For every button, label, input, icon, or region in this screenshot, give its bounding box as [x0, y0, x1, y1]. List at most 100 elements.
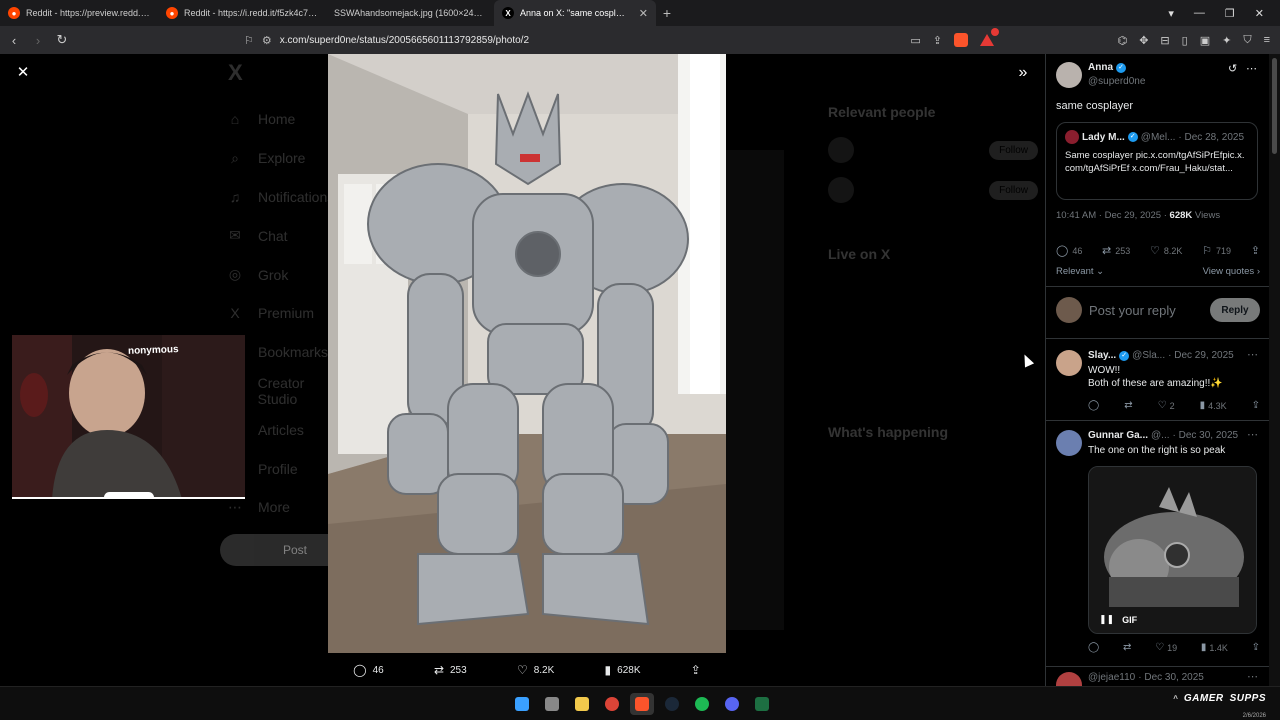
views-action[interactable]: ▮ 628K: [605, 663, 641, 677]
discord-button[interactable]: [720, 693, 744, 715]
shield-icon[interactable]: ⛉: [1243, 34, 1251, 47]
tab-image[interactable]: SSWAhandsomejack.jpg (1600×2401): [326, 0, 494, 26]
tab-x-post[interactable]: X Anna on X: "same cosplayer http ✕: [494, 0, 656, 26]
reply-share[interactable]: ⇪: [1252, 642, 1260, 653]
windows-taskbar: ^ GAMER SUPPS 2/6/2026: [0, 686, 1280, 720]
discord-icon: [725, 697, 739, 711]
avatar[interactable]: [1056, 672, 1082, 686]
extensions-icon[interactable]: ✥: [1139, 34, 1148, 47]
reply-views[interactable]: ▮ 1.4K: [1201, 642, 1228, 653]
pause-icon[interactable]: ❚❚: [1099, 614, 1114, 625]
task-view-button[interactable]: [540, 693, 564, 715]
post-photo[interactable]: [328, 54, 726, 653]
reply-line: Both of these are amazing!!✨: [1088, 378, 1223, 389]
author-name[interactable]: Anna: [1088, 62, 1113, 73]
more-options-icon[interactable]: ⋯: [1247, 348, 1258, 361]
repost-stat[interactable]: ⇄ 253: [1102, 244, 1130, 257]
address-bar[interactable]: ⚐ ⚙ x.com/superd0ne/status/2005665601113…: [244, 29, 1004, 51]
reply-action[interactable]: ◯ 46: [353, 663, 384, 677]
steam-button[interactable]: [660, 693, 684, 715]
view-quotes-link[interactable]: View quotes ›: [1203, 266, 1260, 277]
file-explorer-button[interactable]: [570, 693, 594, 715]
sidebar-toggle-icon[interactable]: ▾: [1168, 7, 1174, 20]
url-text[interactable]: x.com/superd0ne/status/20056656011137928…: [280, 35, 529, 46]
avatar[interactable]: [1056, 62, 1082, 88]
tray-overflow-icon[interactable]: ^: [1173, 694, 1178, 703]
reply-views[interactable]: ▮ 4.3K: [1200, 400, 1227, 411]
reply-like[interactable]: ♡ 19: [1155, 642, 1177, 653]
reply-repost[interactable]: ⇄: [1123, 642, 1131, 653]
more-options-icon[interactable]: ⋯: [1246, 62, 1257, 75]
reply-author-name[interactable]: Slay...: [1088, 350, 1116, 361]
author-handle[interactable]: @superd0ne: [1088, 76, 1145, 87]
reply-author-name[interactable]: Gunnar Ga...: [1088, 430, 1148, 441]
nav-label: Notifications: [258, 188, 335, 205]
reply-share[interactable]: ⇪: [1252, 400, 1260, 411]
reply-repost[interactable]: ⇄: [1124, 400, 1132, 411]
nav-label: Premium: [258, 305, 315, 322]
like-stat[interactable]: ♡ 8.2K: [1150, 244, 1182, 257]
close-tab-icon[interactable]: ✕: [639, 7, 648, 20]
reply-post[interactable]: Slay... ✓ @Sla... · Dec 29, 2025 ⋯ WOW!!…: [1056, 348, 1260, 420]
excel-button[interactable]: [750, 693, 774, 715]
tab-reddit-1[interactable]: ● Reddit - https://preview.redd.it/imag: [0, 0, 158, 26]
follow-button: Follow: [989, 180, 1038, 200]
grok-explain-icon[interactable]: ↺: [1228, 62, 1237, 75]
bookmark-stat[interactable]: ⚐ 719: [1202, 244, 1231, 257]
repost-action[interactable]: ⇄ 253: [434, 663, 467, 677]
tab-search-icon[interactable]: ⊟: [1160, 34, 1169, 47]
new-tab-button[interactable]: +: [656, 5, 678, 21]
like-action[interactable]: ♡ 8.2K: [517, 663, 554, 677]
reply-gif[interactable]: ❚❚ GIF: [1088, 466, 1257, 634]
share-icon[interactable]: ⇪: [933, 34, 942, 47]
post-timestamp[interactable]: 10:41 AM · Dec 29, 2025 ·: [1056, 210, 1167, 221]
scrollbar-thumb[interactable]: [1272, 58, 1277, 154]
start-button[interactable]: [510, 693, 534, 715]
share-stat[interactable]: ⇪: [1251, 244, 1260, 257]
menu-icon[interactable]: ≡: [1264, 34, 1270, 46]
close-window-icon[interactable]: ✕: [1255, 7, 1264, 20]
reply-button[interactable]: Reply: [1210, 298, 1260, 322]
collapse-sidebar-button[interactable]: »: [1014, 64, 1032, 82]
sort-dropdown[interactable]: Relevant ⌄: [1056, 266, 1104, 277]
brand-logo-left: GAMER: [1183, 693, 1224, 704]
forward-icon[interactable]: ›: [28, 33, 48, 48]
wallet-icon[interactable]: ▣: [1200, 34, 1210, 47]
reload-icon[interactable]: ↻: [52, 32, 72, 48]
tab-reddit-2[interactable]: ● Reddit - https://i.redd.it/f5zk4c7px1g: [158, 0, 326, 26]
gif-label: GIF: [1122, 614, 1138, 625]
reply-input[interactable]: Post your reply: [1089, 303, 1203, 318]
close-viewer-button[interactable]: ✕: [14, 64, 32, 82]
nav-label: Profile: [258, 460, 298, 477]
cast-icon[interactable]: ▭: [910, 34, 920, 47]
webcam-pill-decoration: [104, 492, 154, 499]
leo-icon[interactable]: ✦: [1222, 34, 1231, 47]
reply-like[interactable]: ♡ 2: [1158, 400, 1175, 411]
reply-comment[interactable]: ◯: [1088, 642, 1099, 653]
more-options-icon[interactable]: ⋯: [1247, 428, 1258, 441]
reply-comment[interactable]: ◯: [1088, 400, 1099, 411]
reply-stat[interactable]: ◯ 46: [1056, 244, 1082, 257]
reply-actions: ◯ ⇄ ♡ 19 ▮ 1.4K ⇪: [1088, 642, 1260, 653]
chrome-button[interactable]: [600, 693, 624, 715]
back-icon[interactable]: ‹: [4, 33, 24, 48]
more-options-icon[interactable]: ⋯: [1247, 670, 1258, 683]
brave-shields-icon[interactable]: [954, 33, 968, 47]
sidebar-icon[interactable]: ▯: [1182, 34, 1188, 47]
brave-button[interactable]: [630, 693, 654, 715]
avatar[interactable]: [1056, 350, 1082, 376]
reply-post[interactable]: @jejae110 · Dec 30, 2025 ⋯: [1056, 670, 1260, 686]
sidebar-scrollbar[interactable]: [1269, 54, 1280, 686]
maximize-icon[interactable]: ❐: [1225, 7, 1235, 20]
chrome-icon: [605, 697, 619, 711]
site-info-icon[interactable]: ⚙: [262, 34, 272, 47]
minimize-icon[interactable]: —: [1194, 7, 1205, 19]
quoted-post[interactable]: Lady M... ✓ @Mel... · Dec 28, 2025 Same …: [1056, 122, 1258, 200]
avatar[interactable]: [1056, 430, 1082, 456]
vpn-icon[interactable]: ⌬: [1118, 34, 1128, 47]
brave-rewards-icon[interactable]: [980, 28, 999, 46]
share-action[interactable]: ⇪: [691, 663, 701, 677]
spotify-button[interactable]: [690, 693, 714, 715]
author-name-row[interactable]: Anna ✓: [1088, 62, 1126, 73]
bookmark-icon[interactable]: ⚐: [244, 34, 254, 47]
